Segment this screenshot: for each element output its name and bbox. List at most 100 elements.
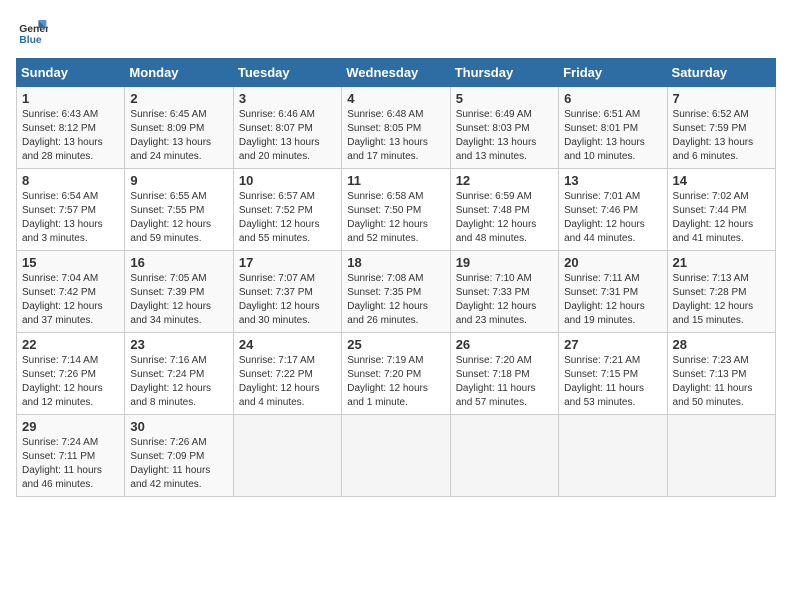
calendar-cell: 22 Sunrise: 7:14 AMSunset: 7:26 PMDayligh… [17, 333, 125, 415]
calendar-cell: 17 Sunrise: 7:07 AMSunset: 7:37 PMDayligh… [233, 251, 341, 333]
day-number: 27 [564, 337, 661, 352]
calendar-cell: 24 Sunrise: 7:17 AMSunset: 7:22 PMDayligh… [233, 333, 341, 415]
day-info: Sunrise: 6:48 AMSunset: 8:05 PMDaylight:… [347, 108, 444, 164]
day-number: 6 [564, 91, 661, 106]
day-number: 24 [239, 337, 336, 352]
day-info: Sunrise: 7:24 AMSunset: 7:11 PMDaylight:… [22, 436, 119, 492]
calendar-cell: 6 Sunrise: 6:51 AMSunset: 8:01 PMDaylight… [559, 87, 667, 169]
day-number: 13 [564, 173, 661, 188]
day-number: 26 [456, 337, 553, 352]
calendar-cell: 13Sunrise: 7:01 AMSunset: 7:46 PMDayligh… [559, 169, 667, 251]
day-info: Sunrise: 7:11 AMSunset: 7:31 PMDaylight:… [564, 272, 661, 328]
calendar-cell: 16 Sunrise: 7:05 AMSunset: 7:39 PMDayligh… [125, 251, 233, 333]
day-info: Sunrise: 6:51 AMSunset: 8:01 PMDaylight:… [564, 108, 661, 164]
day-number: 22 [22, 337, 119, 352]
day-info: Sunrise: 6:45 AMSunset: 8:09 PMDaylight:… [130, 108, 227, 164]
calendar-cell: 9 Sunrise: 6:55 AMSunset: 7:55 PMDaylight… [125, 169, 233, 251]
calendar-cell: 15 Sunrise: 7:04 AMSunset: 7:42 PMDayligh… [17, 251, 125, 333]
calendar-cell: 28 Sunrise: 7:23 AMSunset: 7:13 PMDayligh… [667, 333, 775, 415]
day-number: 28 [673, 337, 770, 352]
day-number: 19 [456, 255, 553, 270]
calendar-cell: 1 Sunrise: 6:43 AMSunset: 8:12 PMDaylight… [17, 87, 125, 169]
calendar-cell: 10 Sunrise: 6:57 AMSunset: 7:52 PMDayligh… [233, 169, 341, 251]
calendar-week-1: 1 Sunrise: 6:43 AMSunset: 8:12 PMDaylight… [17, 87, 776, 169]
svg-text:Blue: Blue [19, 35, 42, 46]
day-info: Sunrise: 7:17 AMSunset: 7:22 PMDaylight:… [239, 354, 336, 410]
day-info: Sunrise: 7:16 AMSunset: 7:24 PMDaylight:… [130, 354, 227, 410]
calendar-cell: 29 Sunrise: 7:24 AMSunset: 7:11 PMDayligh… [17, 415, 125, 497]
day-info: Sunrise: 7:08 AMSunset: 7:35 PMDaylight:… [347, 272, 444, 328]
day-info: Sunrise: 7:21 AMSunset: 7:15 PMDaylight:… [564, 354, 661, 410]
day-info: Sunrise: 7:05 AMSunset: 7:39 PMDaylight:… [130, 272, 227, 328]
calendar-cell: 11Sunrise: 6:58 AMSunset: 7:50 PMDayligh… [342, 169, 450, 251]
calendar-cell: 18 Sunrise: 7:08 AMSunset: 7:35 PMDayligh… [342, 251, 450, 333]
day-number: 23 [130, 337, 227, 352]
col-header-tuesday: Tuesday [233, 59, 341, 87]
day-info: Sunrise: 6:59 AMSunset: 7:48 PMDaylight:… [456, 190, 553, 246]
calendar-cell: 27 Sunrise: 7:21 AMSunset: 7:15 PMDayligh… [559, 333, 667, 415]
day-info: Sunrise: 6:57 AMSunset: 7:52 PMDaylight:… [239, 190, 336, 246]
day-number: 21 [673, 255, 770, 270]
day-info: Sunrise: 7:19 AMSunset: 7:20 PMDaylight:… [347, 354, 444, 410]
day-info: Sunrise: 7:02 AMSunset: 7:44 PMDaylight:… [673, 190, 770, 246]
day-info: Sunrise: 6:52 AMSunset: 7:59 PMDaylight:… [673, 108, 770, 164]
calendar-cell: 20 Sunrise: 7:11 AMSunset: 7:31 PMDayligh… [559, 251, 667, 333]
calendar-cell: 21 Sunrise: 7:13 AMSunset: 7:28 PMDayligh… [667, 251, 775, 333]
day-info: Sunrise: 7:10 AMSunset: 7:33 PMDaylight:… [456, 272, 553, 328]
calendar-cell: 14 Sunrise: 7:02 AMSunset: 7:44 PMDayligh… [667, 169, 775, 251]
calendar-week-3: 15 Sunrise: 7:04 AMSunset: 7:42 PMDayligh… [17, 251, 776, 333]
calendar-cell [450, 415, 558, 497]
calendar-cell: 3Sunrise: 6:46 AMSunset: 8:07 PMDaylight… [233, 87, 341, 169]
calendar-cell: 26 Sunrise: 7:20 AMSunset: 7:18 PMDayligh… [450, 333, 558, 415]
day-info: Sunrise: 7:07 AMSunset: 7:37 PMDaylight:… [239, 272, 336, 328]
calendar-cell: 25Sunrise: 7:19 AMSunset: 7:20 PMDayligh… [342, 333, 450, 415]
calendar-cell: 30 Sunrise: 7:26 AMSunset: 7:09 PMDayligh… [125, 415, 233, 497]
calendar-cell: 5Sunrise: 6:49 AMSunset: 8:03 PMDaylight… [450, 87, 558, 169]
day-info: Sunrise: 7:20 AMSunset: 7:18 PMDaylight:… [456, 354, 553, 410]
day-info: Sunrise: 6:43 AMSunset: 8:12 PMDaylight:… [22, 108, 119, 164]
calendar-table: SundayMondayTuesdayWednesdayThursdayFrid… [16, 58, 776, 497]
day-number: 17 [239, 255, 336, 270]
day-number: 5 [456, 91, 553, 106]
calendar-cell: 19 Sunrise: 7:10 AMSunset: 7:33 PMDayligh… [450, 251, 558, 333]
page-header: General Blue [16, 16, 776, 48]
day-number: 14 [673, 173, 770, 188]
day-info: Sunrise: 7:23 AMSunset: 7:13 PMDaylight:… [673, 354, 770, 410]
col-header-friday: Friday [559, 59, 667, 87]
col-header-thursday: Thursday [450, 59, 558, 87]
day-number: 9 [130, 173, 227, 188]
calendar-week-2: 8 Sunrise: 6:54 AMSunset: 7:57 PMDaylight… [17, 169, 776, 251]
col-header-saturday: Saturday [667, 59, 775, 87]
day-number: 8 [22, 173, 119, 188]
day-info: Sunrise: 7:26 AMSunset: 7:09 PMDaylight:… [130, 436, 227, 492]
calendar-cell: 7 Sunrise: 6:52 AMSunset: 7:59 PMDaylight… [667, 87, 775, 169]
day-number: 16 [130, 255, 227, 270]
calendar-cell [667, 415, 775, 497]
calendar-week-5: 29 Sunrise: 7:24 AMSunset: 7:11 PMDayligh… [17, 415, 776, 497]
day-info: Sunrise: 6:54 AMSunset: 7:57 PMDaylight:… [22, 190, 119, 246]
calendar-cell: 8 Sunrise: 6:54 AMSunset: 7:57 PMDaylight… [17, 169, 125, 251]
day-number: 29 [22, 419, 119, 434]
day-number: 20 [564, 255, 661, 270]
day-number: 1 [22, 91, 119, 106]
day-number: 10 [239, 173, 336, 188]
calendar-cell: 12 Sunrise: 6:59 AMSunset: 7:48 PMDayligh… [450, 169, 558, 251]
day-info: Sunrise: 7:04 AMSunset: 7:42 PMDaylight:… [22, 272, 119, 328]
col-header-monday: Monday [125, 59, 233, 87]
day-info: Sunrise: 7:13 AMSunset: 7:28 PMDaylight:… [673, 272, 770, 328]
calendar-cell: 4 Sunrise: 6:48 AMSunset: 8:05 PMDaylight… [342, 87, 450, 169]
day-info: Sunrise: 6:55 AMSunset: 7:55 PMDaylight:… [130, 190, 227, 246]
day-info: Sunrise: 6:46 AMSunset: 8:07 PMDaylight:… [239, 108, 336, 164]
day-number: 2 [130, 91, 227, 106]
day-number: 7 [673, 91, 770, 106]
day-number: 15 [22, 255, 119, 270]
day-number: 4 [347, 91, 444, 106]
day-number: 12 [456, 173, 553, 188]
day-number: 30 [130, 419, 227, 434]
day-info: Sunrise: 7:14 AMSunset: 7:26 PMDaylight:… [22, 354, 119, 410]
day-number: 18 [347, 255, 444, 270]
col-header-sunday: Sunday [17, 59, 125, 87]
col-header-wednesday: Wednesday [342, 59, 450, 87]
logo-icon: General Blue [16, 16, 48, 48]
calendar-cell: 2 Sunrise: 6:45 AMSunset: 8:09 PMDaylight… [125, 87, 233, 169]
